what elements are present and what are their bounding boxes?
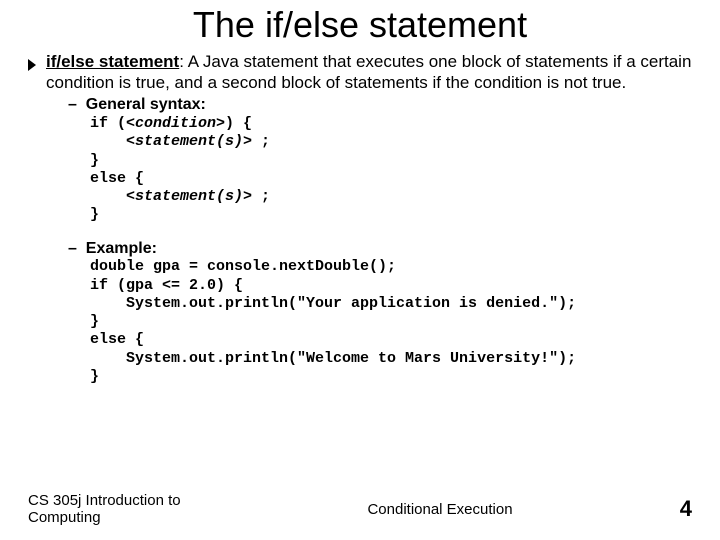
definition-term: if/else statement xyxy=(46,52,179,71)
definition-bullet: if/else statement: A Java statement that… xyxy=(28,52,700,93)
bullet-icon xyxy=(28,56,38,77)
example-code: double gpa = console.nextDouble(); if (g… xyxy=(90,258,700,386)
slide-title: The if/else statement xyxy=(0,0,720,52)
footer-page-number: 4 xyxy=(660,496,720,522)
syntax-code: if (<condition>) { <statement(s)> ; } el… xyxy=(90,115,700,225)
footer-course: CS 305j Introduction to Computing xyxy=(0,492,220,526)
example-heading-text: Example: xyxy=(86,240,157,257)
definition-text: if/else statement: A Java statement that… xyxy=(46,52,700,93)
syntax-heading: – General syntax: xyxy=(68,95,700,115)
syntax-heading-text: General syntax: xyxy=(86,96,206,113)
footer-topic: Conditional Execution xyxy=(220,501,660,518)
example-block: – Example: double gpa = console.nextDoub… xyxy=(68,239,700,387)
example-heading: – Example: xyxy=(68,239,700,259)
slide-body: if/else statement: A Java statement that… xyxy=(0,52,720,386)
endash-icon: – xyxy=(68,240,86,257)
syntax-block: – General syntax: if (<condition>) { <st… xyxy=(68,95,700,224)
endash-icon: – xyxy=(68,96,86,113)
slide-footer: CS 305j Introduction to Computing Condit… xyxy=(0,492,720,526)
